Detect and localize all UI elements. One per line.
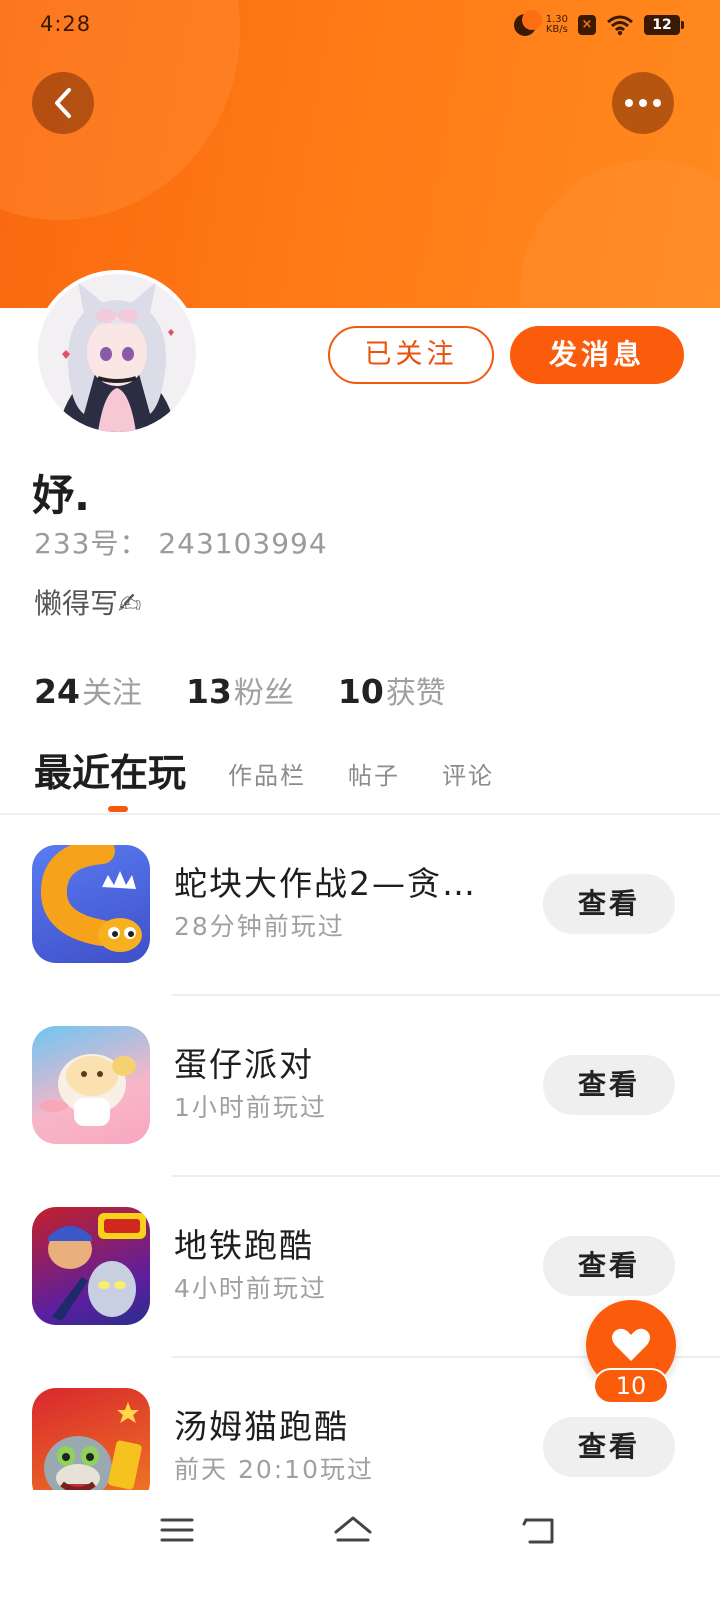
notification-x-icon: × [578, 15, 596, 35]
game-icon-subway-surfers[interactable] [32, 1207, 150, 1325]
stat-likes[interactable]: 10 获赞 [338, 668, 446, 712]
game-icon-eggy-party[interactable] [32, 1026, 150, 1144]
talking-tom-icon [44, 1402, 142, 1500]
like-count-badge: 10 [593, 1368, 669, 1404]
view-button[interactable]: 查看 [543, 1055, 675, 1115]
active-tab-indicator [108, 806, 128, 812]
net-speed: 1.30 KB/s [545, 14, 568, 35]
list-item[interactable]: 蛋仔派对 1小时前玩过 查看 [0, 996, 720, 1177]
tab-works[interactable]: 作品栏 [228, 756, 306, 797]
game-title: 蛇块大作战2—贪… [174, 864, 477, 903]
avatar[interactable] [34, 270, 200, 436]
profile-tabs: 最近在玩 作品栏 帖子 评论 [34, 742, 494, 812]
send-message-button[interactable]: 发消息 [510, 326, 684, 384]
game-last-played: 1小时前玩过 [174, 1093, 327, 1122]
status-bar: 4:28 1.30 KB/s × 12 [0, 0, 720, 52]
game-title: 地铁跑酷 [174, 1226, 314, 1265]
snake-game-icon [40, 845, 142, 952]
wifi-icon [607, 15, 633, 36]
user-bio: 懒得写✍ [34, 587, 142, 620]
tab-posts[interactable]: 帖子 [348, 756, 400, 797]
game-last-played: 28分钟前玩过 [174, 912, 345, 941]
user-id[interactable]: 233号： 243103994 [34, 522, 328, 562]
battery-indicator: 12 [644, 15, 684, 35]
profile-stats: 24 关注 13 粉丝 10 获赞 [34, 668, 446, 712]
tab-comments[interactable]: 评论 [442, 756, 494, 797]
stat-followers[interactable]: 13 粉丝 [186, 668, 294, 712]
list-item[interactable]: 蛇块大作战2—贪… 28分钟前玩过 查看 [0, 815, 720, 996]
system-nav-bar [0, 1490, 720, 1600]
back-nav-icon[interactable] [514, 1510, 564, 1550]
home-icon[interactable] [328, 1510, 378, 1550]
followed-button[interactable]: 已关注 [328, 326, 494, 384]
stat-following[interactable]: 24 关注 [34, 668, 142, 712]
eggy-party-icon [40, 1054, 136, 1126]
back-button[interactable] [32, 72, 94, 134]
game-title: 汤姆猫跑酷 [174, 1407, 349, 1446]
avatar-anime-girl-image [38, 274, 196, 432]
heart-icon [612, 1328, 650, 1361]
status-time: 4:28 [40, 12, 92, 36]
game-icon-snake[interactable] [32, 845, 150, 963]
more-dots-icon [625, 99, 661, 107]
more-options-button[interactable] [612, 72, 674, 134]
view-button[interactable]: 查看 [543, 874, 675, 934]
view-button[interactable]: 查看 [543, 1236, 675, 1296]
game-last-played: 前天 20:10玩过 [174, 1455, 374, 1484]
subway-surfers-icon [48, 1213, 146, 1321]
username: 妤. [32, 471, 90, 520]
menu-icon[interactable] [152, 1510, 202, 1550]
view-button[interactable]: 查看 [543, 1417, 675, 1477]
chevron-left-icon [55, 88, 71, 118]
tab-recently-played[interactable]: 最近在玩 [34, 742, 186, 812]
moon-icon [513, 10, 542, 36]
game-icon-talking-tom[interactable] [32, 1388, 150, 1506]
game-title: 蛋仔派对 [174, 1045, 314, 1084]
game-last-played: 4小时前玩过 [174, 1274, 327, 1303]
